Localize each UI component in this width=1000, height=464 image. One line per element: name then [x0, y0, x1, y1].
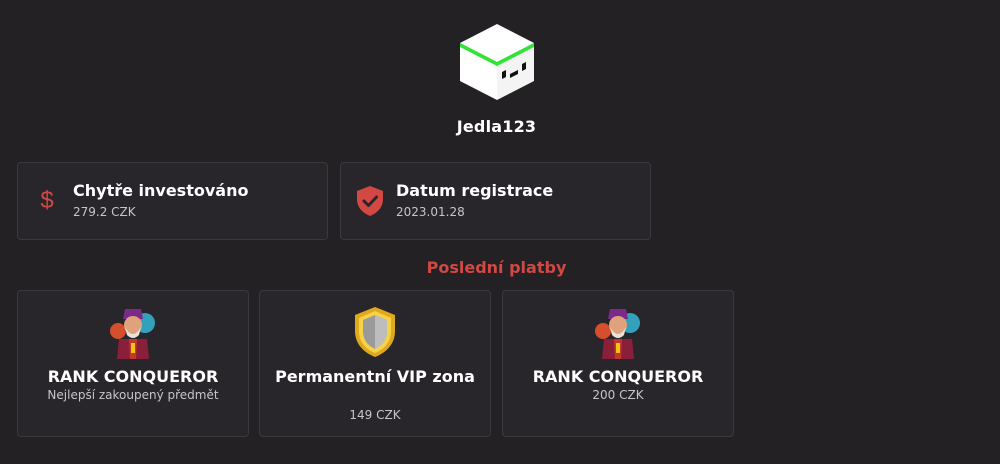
- shield-check-icon: [355, 185, 385, 217]
- username: Jedla123: [456, 117, 537, 136]
- wizard-icon: [103, 301, 163, 361]
- invested-title: Chytře investováno: [73, 181, 249, 200]
- registration-title: Datum registrace: [396, 181, 554, 200]
- dollar-icon: $: [40, 187, 54, 214]
- registration-card: Datum registrace 2023.01.28: [340, 162, 651, 240]
- avatar: [456, 22, 538, 104]
- payment-name: RANK CONQUEROR: [532, 367, 704, 386]
- invested-value: 279.2 CZK: [73, 205, 136, 219]
- invested-card: $ Chytře investováno 279.2 CZK: [17, 162, 328, 240]
- payment-name: Permanentní VIP zona: [275, 367, 475, 386]
- recent-payments-title: Poslední platby: [426, 258, 567, 277]
- payment-name: RANK CONQUEROR: [47, 367, 219, 386]
- payment-card[interactable]: RANK CONQUEROR 200 CZK: [502, 290, 734, 437]
- profile-page: Jedla123 $ Chytře investováno 279.2 CZK …: [0, 0, 1000, 464]
- payment-card[interactable]: Permanentní VIP zona 149 CZK: [259, 290, 491, 437]
- payment-sub: 149 CZK: [349, 408, 401, 422]
- payment-sub: 200 CZK: [592, 388, 644, 402]
- payment-card[interactable]: RANK CONQUEROR Nejlepší zakoupený předmě…: [17, 290, 249, 437]
- registration-value: 2023.01.28: [396, 205, 465, 219]
- minecraft-head-icon: [460, 24, 534, 100]
- payment-sub: Nejlepší zakoupený předmět: [47, 388, 219, 402]
- gold-shield-icon: [345, 301, 405, 361]
- wizard-icon: [588, 301, 648, 361]
